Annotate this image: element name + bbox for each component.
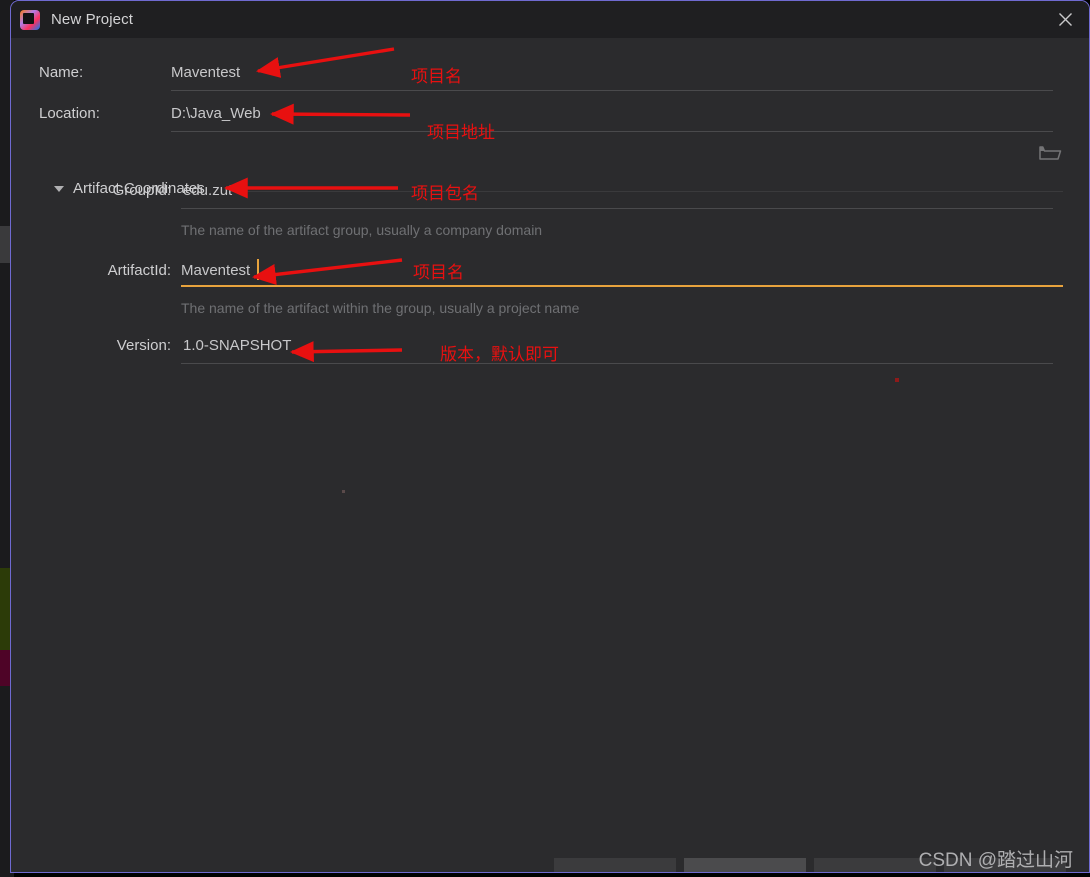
- previous-button[interactable]: PREVIOUS: [554, 858, 676, 872]
- annotation-label-groupid: 项目包名: [411, 184, 479, 203]
- render-speck: [895, 378, 899, 382]
- artifactid-input[interactable]: Maventest: [181, 262, 250, 279]
- dialog-title: New Project: [51, 11, 133, 28]
- dialog-body: Name: Maventest Location: D:\Java_Web Ar…: [11, 38, 1089, 872]
- annotation-label-artifactid: 项目名: [413, 263, 464, 282]
- groupid-input-underline: [181, 208, 1053, 209]
- groupid-hint: The name of the artifact group, usually …: [181, 222, 543, 238]
- folder-open-icon[interactable]: [1038, 143, 1062, 163]
- annotation-label-version: 版本，默认即可: [440, 345, 559, 364]
- section-divider: [229, 191, 1063, 192]
- close-icon[interactable]: [1041, 1, 1089, 38]
- groupid-label: GroupId:: [112, 182, 171, 199]
- artifactid-hint: The name of the artifact within the grou…: [181, 300, 580, 316]
- annotation-label-name: 项目名: [411, 67, 462, 86]
- groupid-input[interactable]: edu.zut: [183, 182, 232, 199]
- csdn-watermark: CSDN @踏过山河: [918, 850, 1073, 871]
- version-input-underline: [181, 363, 1053, 364]
- text-cursor: [257, 259, 259, 280]
- location-label: Location:: [39, 105, 100, 122]
- version-label: Version:: [116, 337, 171, 354]
- artifactid-label: ArtifactId:: [107, 262, 171, 279]
- render-speck: [342, 490, 345, 493]
- name-input[interactable]: Maventest: [171, 64, 240, 81]
- version-input[interactable]: 1.0-SNAPSHOT: [183, 337, 291, 354]
- artifactid-input-focus-underline: [181, 285, 1063, 287]
- dialog-titlebar: IJ New Project: [11, 1, 1089, 38]
- name-input-underline: [171, 90, 1053, 91]
- next-button[interactable]: NEXT: [684, 858, 806, 872]
- annotation-label-location: 项目地址: [427, 123, 495, 142]
- intellij-idea-icon: IJ: [20, 9, 40, 30]
- new-project-dialog: IJ New Project Name: Maventest Location:…: [10, 0, 1090, 873]
- location-input[interactable]: D:\Java_Web: [171, 105, 261, 122]
- app-icon-label: IJ: [26, 13, 31, 21]
- location-input-underline: [171, 131, 1053, 132]
- name-label: Name:: [39, 64, 84, 81]
